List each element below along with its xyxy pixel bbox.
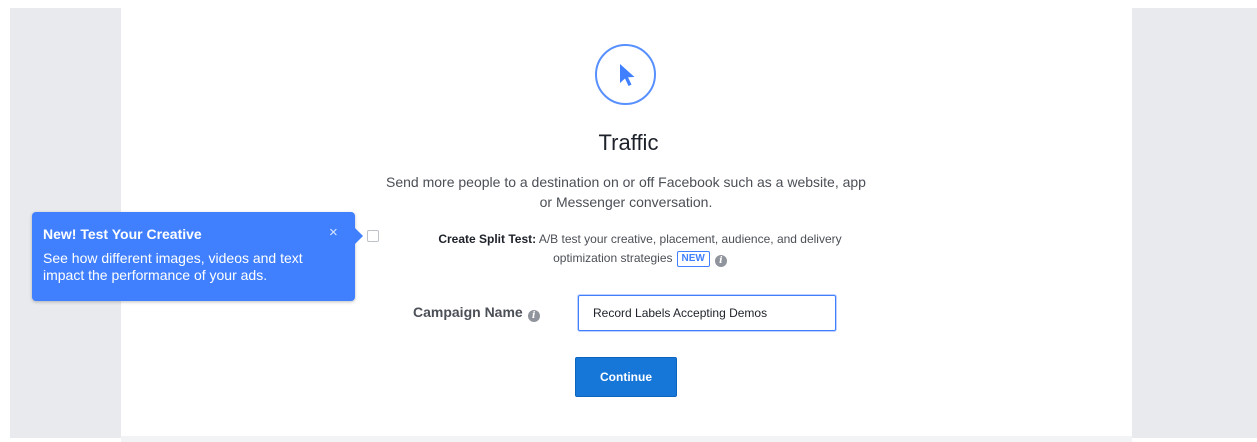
creative-test-tooltip: New! Test Your Creative × See how differ… (32, 212, 363, 301)
close-icon[interactable]: × (329, 225, 338, 241)
split-test-label: Create Split Test: (438, 232, 537, 246)
campaign-name-label-row: Campaign Name i (413, 304, 540, 322)
split-test-text-line-2: optimization strategies (553, 251, 673, 265)
split-test-text-line-1: A/B test your creative, placement, audie… (536, 232, 842, 246)
campaign-name-label: Campaign Name (413, 304, 523, 320)
tooltip-body: See how different images, videos and tex… (43, 250, 303, 283)
objective-title: Traffic (598, 130, 659, 155)
cursor-arrow-icon (595, 44, 656, 105)
split-test-checkbox[interactable] (367, 230, 379, 242)
bottom-divider (121, 436, 1132, 442)
info-icon[interactable]: i (527, 310, 540, 322)
split-test-line-1: Create Split Test: A/B test your creativ… (410, 230, 870, 249)
right-gutter (1132, 8, 1257, 438)
campaign-name-input[interactable] (578, 295, 836, 331)
new-badge: NEW (676, 251, 710, 267)
description-line-2: or Messenger conversation. (539, 194, 713, 210)
description-line-1: Send more people to a destination on or … (386, 174, 866, 190)
split-test-line-2: optimization strategies NEW i (410, 249, 870, 268)
tooltip-arrow (355, 228, 363, 244)
objective-description: Send more people to a destination on or … (360, 172, 892, 212)
tooltip-title: New! Test Your Creative (43, 226, 202, 242)
continue-button[interactable]: Continue (575, 357, 677, 397)
split-test-description: Create Split Test: A/B test your creativ… (410, 230, 870, 268)
info-icon[interactable]: i (714, 255, 727, 267)
